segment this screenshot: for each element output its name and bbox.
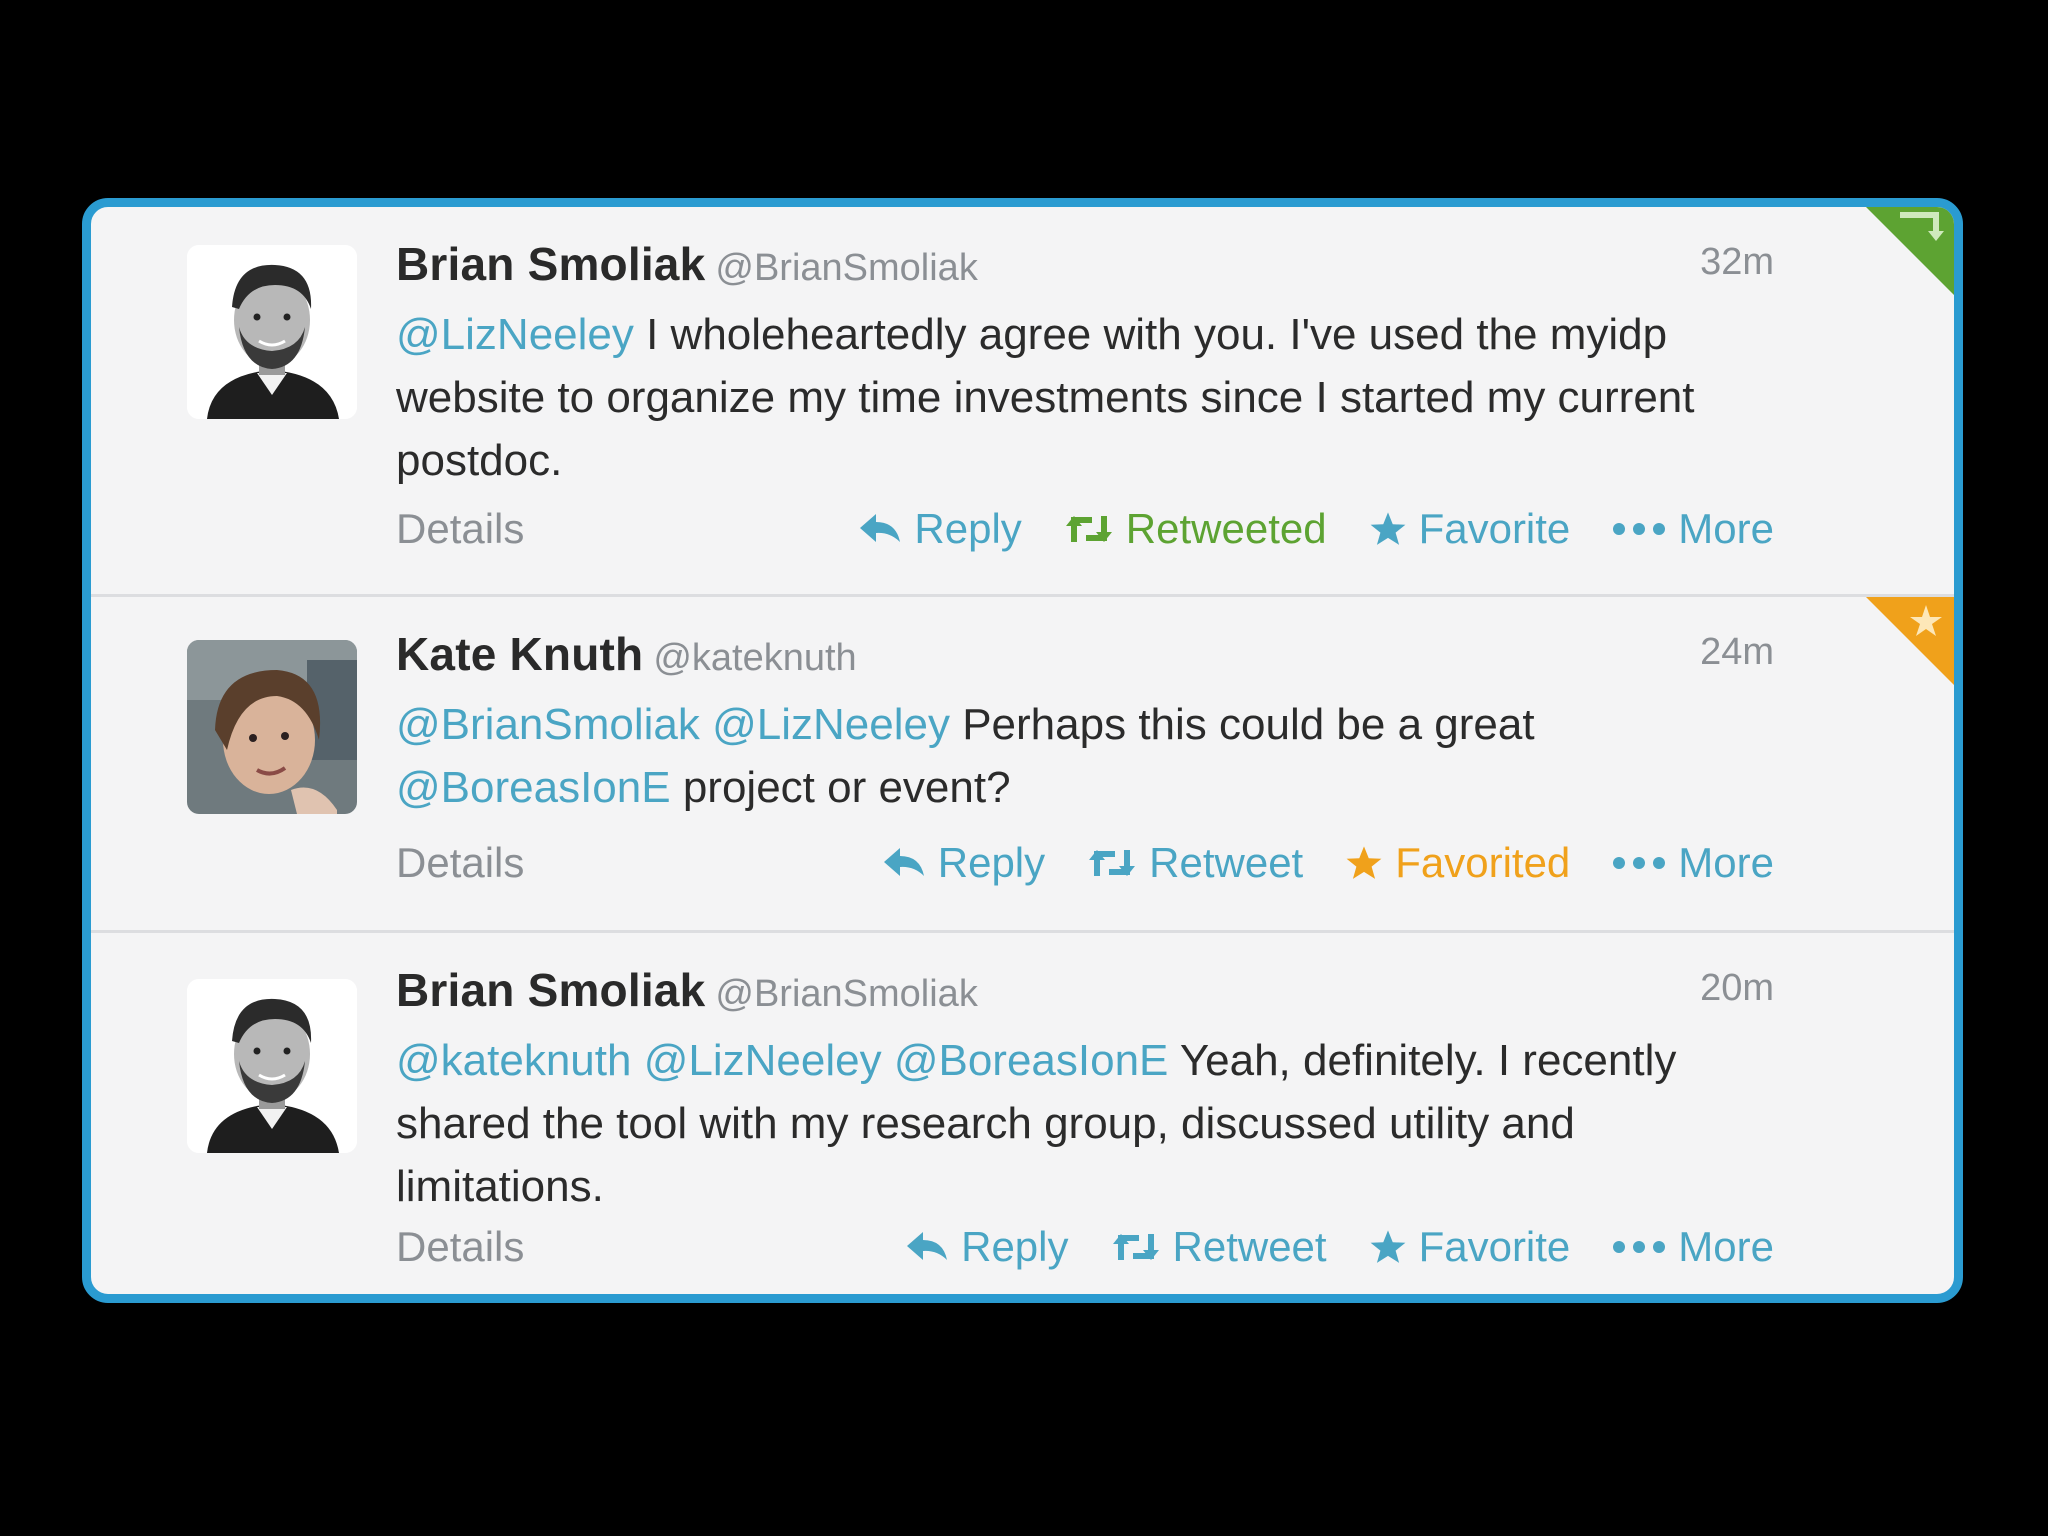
retweet-icon <box>1089 850 1136 876</box>
author-handle[interactable]: @BrianSmoliak <box>715 247 977 289</box>
author-handle[interactable]: @kateknuth <box>653 637 856 679</box>
tweet-text-segment: project or event? <box>670 763 1011 812</box>
author-handle[interactable]: @BrianSmoliak <box>715 973 977 1015</box>
tweet[interactable]: Brian Smoliak @BrianSmoliak 20m @kateknut… <box>91 933 1954 1294</box>
more-label: More <box>1678 1223 1774 1270</box>
retweet-button[interactable]: Retweet <box>1111 1223 1327 1271</box>
reply-icon <box>883 848 924 876</box>
more-dots-icon <box>1613 857 1666 869</box>
tweet-text-segment: Perhaps this could be a great <box>949 700 1535 749</box>
star-icon <box>1370 512 1405 545</box>
tweet-timeline: Brian Smoliak @BrianSmoliak 32m @LizNeele… <box>82 198 1963 1303</box>
reply-label: Reply <box>961 1223 1069 1270</box>
tweet-header: Brian Smoliak @BrianSmoliak 20m <box>396 963 1774 1016</box>
tweet-text-segment <box>882 1036 894 1085</box>
author-name[interactable]: Brian Smoliak <box>396 964 705 1016</box>
mention-link[interactable]: @BrianSmoliak <box>396 700 700 749</box>
more-button[interactable]: More <box>1612 839 1774 887</box>
star-icon <box>1370 1230 1405 1263</box>
details-link[interactable]: Details <box>396 839 524 887</box>
tweet[interactable]: Brian Smoliak @BrianSmoliak 32m @LizNeele… <box>91 207 1954 597</box>
tweet-text-segment <box>700 700 712 749</box>
favorite-button[interactable]: Favorited <box>1345 839 1570 887</box>
more-button[interactable]: More <box>1612 1223 1774 1271</box>
avatar-woman-image <box>187 640 357 814</box>
tweet-text: @BrianSmoliak @LizNeeley Perhaps this co… <box>396 693 1764 819</box>
avatar-man-image <box>187 245 357 419</box>
retweeted-corner-icon <box>1866 207 1954 295</box>
timestamp[interactable]: 20m <box>1700 967 1774 1010</box>
retweet-icon <box>1065 516 1112 542</box>
mention-link[interactable]: @BoreasIonE <box>396 763 671 812</box>
mention-link[interactable]: @LizNeeley <box>396 310 634 359</box>
details-link[interactable]: Details <box>396 505 524 553</box>
retweet-label: Retweet <box>1149 839 1304 886</box>
tweet-actions: Details Reply Retweeted Favorite More <box>396 505 1774 557</box>
retweet-label: Retweeted <box>1125 505 1327 552</box>
favorited-corner-icon <box>1866 597 1954 685</box>
favorite-button[interactable]: Favorite <box>1369 505 1571 553</box>
avatar[interactable] <box>187 640 357 814</box>
timestamp[interactable]: 32m <box>1700 241 1774 284</box>
reply-button[interactable]: Reply <box>858 505 1022 553</box>
author-name[interactable]: Brian Smoliak <box>396 238 705 290</box>
reply-label: Reply <box>937 839 1046 886</box>
tweet-actions: Details Reply Retweet Favorite More <box>396 1223 1774 1275</box>
author-name[interactable]: Kate Knuth <box>396 628 643 680</box>
favorite-label: Favorited <box>1395 839 1571 886</box>
retweet-icon <box>1112 1234 1159 1260</box>
tweet-text: @kateknuth @LizNeeley @BoreasIonE Yeah, … <box>396 1029 1764 1218</box>
reply-icon <box>907 1232 948 1260</box>
favorite-button[interactable]: Favorite <box>1369 1223 1571 1271</box>
reply-button[interactable]: Reply <box>905 1223 1069 1271</box>
timestamp[interactable]: 24m <box>1700 631 1774 674</box>
favorite-label: Favorite <box>1418 1223 1571 1270</box>
mention-link[interactable]: @LizNeeley <box>712 700 950 749</box>
retweet-button[interactable]: Retweeted <box>1064 505 1327 553</box>
tweet-header: Kate Knuth @kateknuth 24m <box>396 627 1774 680</box>
avatar[interactable] <box>187 245 357 419</box>
favorite-label: Favorite <box>1418 505 1571 552</box>
reply-label: Reply <box>914 505 1022 552</box>
more-label: More <box>1678 839 1774 886</box>
more-dots-icon <box>1613 1241 1666 1253</box>
avatar[interactable] <box>187 979 357 1153</box>
mention-link[interactable]: @kateknuth <box>396 1036 631 1085</box>
tweet[interactable]: Kate Knuth @kateknuth 24m @BrianSmoliak @… <box>91 597 1954 933</box>
mention-link[interactable]: @LizNeeley <box>644 1036 882 1085</box>
more-label: More <box>1678 505 1774 552</box>
retweet-label: Retweet <box>1172 1223 1327 1270</box>
more-button[interactable]: More <box>1612 505 1774 553</box>
reply-icon <box>860 514 901 542</box>
mention-link[interactable]: @BoreasIonE <box>894 1036 1169 1085</box>
details-link[interactable]: Details <box>396 1223 524 1271</box>
more-dots-icon <box>1613 523 1666 535</box>
avatar-man-image <box>187 979 357 1153</box>
tweet-text-segment <box>631 1036 643 1085</box>
star-icon <box>1346 846 1382 879</box>
retweet-button[interactable]: Retweet <box>1087 839 1303 887</box>
reply-button[interactable]: Reply <box>882 839 1045 887</box>
tweet-actions: Details Reply Retweet Favorited More <box>396 839 1774 891</box>
tweet-text: @LizNeeley I wholeheartedly agree with y… <box>396 303 1764 492</box>
tweet-header: Brian Smoliak @BrianSmoliak 32m <box>396 237 1774 290</box>
